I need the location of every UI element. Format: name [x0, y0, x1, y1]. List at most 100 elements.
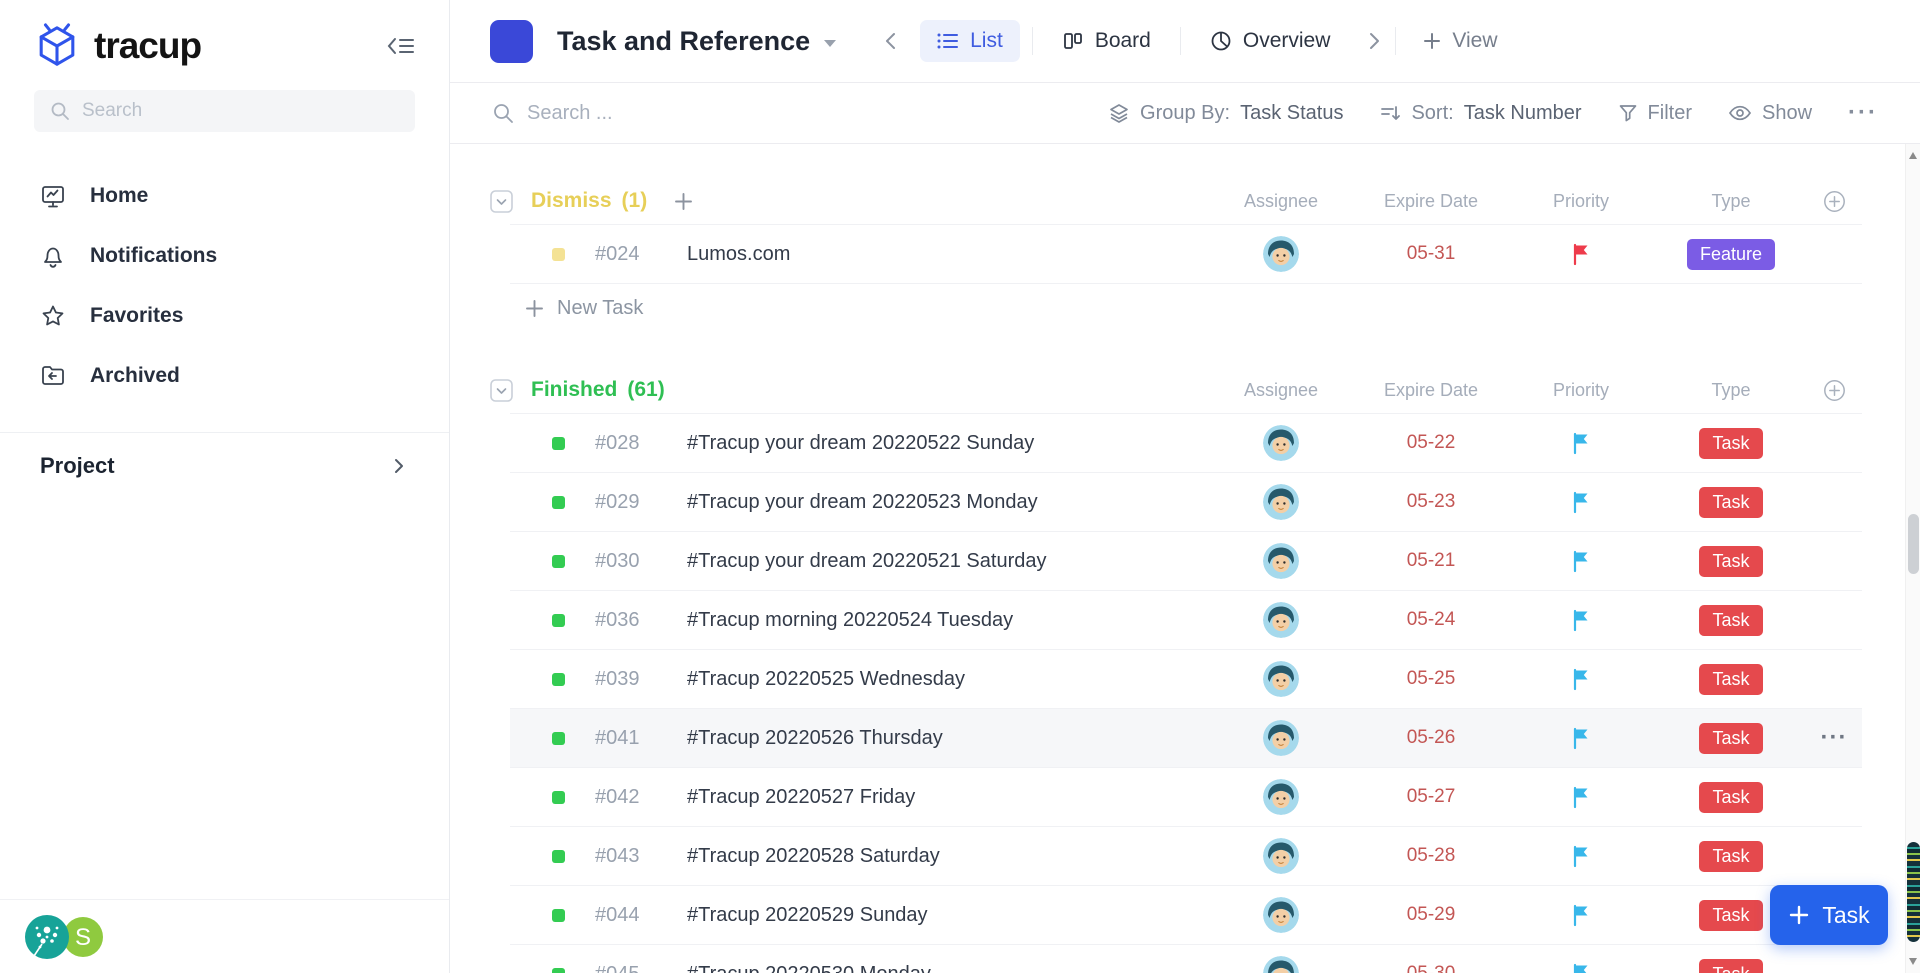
task-title[interactable]: #Tracup your dream 20220522 Sunday	[687, 432, 1206, 455]
type-cell[interactable]: Task	[1656, 959, 1806, 973]
scroll-up-arrow-icon[interactable]	[1909, 152, 1917, 159]
group-name[interactable]: Finished	[531, 378, 617, 402]
column-header-priority[interactable]: Priority	[1506, 380, 1656, 401]
priority-flag-icon[interactable]	[1506, 668, 1656, 691]
task-title[interactable]: #Tracup 20220525 Wednesday	[687, 668, 1206, 691]
task-title[interactable]: #Tracup 20220526 Thursday	[687, 727, 1206, 750]
column-header-expire-date[interactable]: Expire Date	[1356, 380, 1506, 401]
task-row[interactable]: #029#Tracup your dream 20220523 Monday05…	[510, 473, 1862, 532]
task-row[interactable]: #042#Tracup 20220527 Friday05-27Task	[510, 768, 1862, 827]
assignee-avatar[interactable]	[1206, 956, 1356, 973]
type-cell[interactable]: Task	[1656, 841, 1806, 872]
group-collapse-checkbox-icon[interactable]	[490, 190, 513, 213]
expire-date[interactable]: 05-31	[1356, 243, 1506, 265]
priority-flag-icon[interactable]	[1506, 432, 1656, 455]
task-row[interactable]: #039#Tracup 20220525 Wednesday05-25Task	[510, 650, 1862, 709]
type-badge[interactable]: Task	[1699, 605, 1762, 636]
expire-date[interactable]: 05-24	[1356, 609, 1506, 631]
type-badge[interactable]: Task	[1699, 664, 1762, 695]
type-cell[interactable]: Task	[1656, 546, 1806, 577]
task-row[interactable]: #036#Tracup morning 20220524 Tuesday05-2…	[510, 591, 1862, 650]
column-header-expire-date[interactable]: Expire Date	[1356, 191, 1506, 212]
priority-flag-icon[interactable]	[1506, 550, 1656, 573]
sidebar-item-project[interactable]: Project	[0, 433, 449, 499]
task-row[interactable]: #028#Tracup your dream 20220522 Sunday05…	[510, 414, 1862, 473]
priority-flag-icon[interactable]	[1506, 963, 1656, 973]
assignee-avatar[interactable]	[1206, 661, 1356, 697]
task-row[interactable]: #030#Tracup your dream 20220521 Saturday…	[510, 532, 1862, 591]
type-badge[interactable]: Task	[1699, 841, 1762, 872]
add-column-icon[interactable]	[1806, 379, 1862, 402]
type-cell[interactable]: Task	[1656, 487, 1806, 518]
tabs-scroll-right-icon[interactable]	[1365, 30, 1383, 52]
task-title[interactable]: #Tracup 20220528 Saturday	[687, 845, 1206, 868]
assignee-avatar[interactable]	[1206, 425, 1356, 461]
sidebar-search[interactable]	[34, 90, 415, 132]
task-row[interactable]: #041#Tracup 20220526 Thursday05-26Task··…	[510, 709, 1862, 768]
scrollbar-minimap[interactable]	[1907, 842, 1920, 942]
expire-date[interactable]: 05-26	[1356, 727, 1506, 749]
assignee-avatar[interactable]	[1206, 543, 1356, 579]
task-search-input[interactable]	[527, 102, 827, 125]
row-more-icon[interactable]: ···	[1806, 724, 1862, 752]
title-dropdown-caret-icon[interactable]	[824, 40, 836, 47]
tab-list[interactable]: List	[920, 20, 1020, 62]
group-add-task-icon[interactable]	[673, 191, 694, 212]
priority-flag-icon[interactable]	[1506, 786, 1656, 809]
assignee-avatar[interactable]	[1206, 720, 1356, 756]
type-badge[interactable]: Task	[1699, 900, 1762, 931]
assignee-avatar[interactable]	[1206, 484, 1356, 520]
vertical-scrollbar[interactable]	[1905, 144, 1920, 973]
column-header-assignee[interactable]: Assignee	[1206, 191, 1356, 212]
expire-date[interactable]: 05-30	[1356, 963, 1506, 973]
filter-control[interactable]: Filter	[1618, 102, 1692, 125]
sidebar-item-home[interactable]: Home	[0, 166, 449, 226]
assignee-avatar[interactable]	[1206, 236, 1356, 272]
project-color-square[interactable]	[490, 20, 533, 63]
show-control[interactable]: Show	[1728, 102, 1812, 125]
type-badge[interactable]: Task	[1699, 782, 1762, 813]
type-badge[interactable]: Task	[1699, 546, 1762, 577]
expire-date[interactable]: 05-28	[1356, 845, 1506, 867]
assignee-avatar[interactable]	[1206, 897, 1356, 933]
task-title[interactable]: Lumos.com	[687, 243, 1206, 266]
add-task-button[interactable]: Task	[1770, 885, 1888, 945]
sidebar-search-input[interactable]	[82, 100, 399, 122]
task-title[interactable]: #Tracup morning 20220524 Tuesday	[687, 609, 1206, 632]
priority-flag-icon[interactable]	[1506, 609, 1656, 632]
task-title[interactable]: #Tracup 20220530 Monday	[687, 963, 1206, 973]
task-row[interactable]: #045#Tracup 20220530 Monday05-30Task	[510, 945, 1862, 973]
sort-control[interactable]: Sort: Task Number	[1379, 102, 1581, 125]
priority-flag-icon[interactable]	[1506, 727, 1656, 750]
task-title[interactable]: #Tracup 20220529 Sunday	[687, 904, 1206, 927]
expire-date[interactable]: 05-27	[1356, 786, 1506, 808]
column-header-assignee[interactable]: Assignee	[1206, 380, 1356, 401]
task-title[interactable]: #Tracup your dream 20220523 Monday	[687, 491, 1206, 514]
type-cell[interactable]: Task	[1656, 605, 1806, 636]
column-header-type[interactable]: Type	[1656, 380, 1806, 401]
extension-dots-icon[interactable]	[24, 914, 70, 960]
group-collapse-checkbox-icon[interactable]	[490, 379, 513, 402]
priority-flag-icon[interactable]	[1506, 243, 1656, 266]
more-options-icon[interactable]: ···	[1848, 99, 1878, 127]
priority-flag-icon[interactable]	[1506, 491, 1656, 514]
scroll-down-arrow-icon[interactable]	[1909, 958, 1917, 965]
group-name[interactable]: Dismiss	[531, 189, 612, 213]
tabs-scroll-left-icon[interactable]	[882, 30, 900, 52]
type-badge[interactable]: Task	[1699, 723, 1762, 754]
type-badge[interactable]: Task	[1699, 959, 1762, 973]
task-title[interactable]: #Tracup 20220527 Friday	[687, 786, 1206, 809]
task-row[interactable]: #043#Tracup 20220528 Saturday05-28Task	[510, 827, 1862, 886]
add-column-icon[interactable]	[1806, 190, 1862, 213]
expire-date[interactable]: 05-29	[1356, 904, 1506, 926]
type-badge[interactable]: Task	[1699, 487, 1762, 518]
assignee-avatar[interactable]	[1206, 602, 1356, 638]
new-task-button[interactable]: New Task	[510, 284, 1862, 333]
scrollbar-thumb[interactable]	[1908, 514, 1919, 574]
expire-date[interactable]: 05-25	[1356, 668, 1506, 690]
collapse-sidebar-icon[interactable]	[387, 34, 415, 58]
column-header-priority[interactable]: Priority	[1506, 191, 1656, 212]
tab-board[interactable]: Board	[1045, 20, 1168, 62]
task-search[interactable]	[492, 102, 1108, 125]
expire-date[interactable]: 05-22	[1356, 432, 1506, 454]
